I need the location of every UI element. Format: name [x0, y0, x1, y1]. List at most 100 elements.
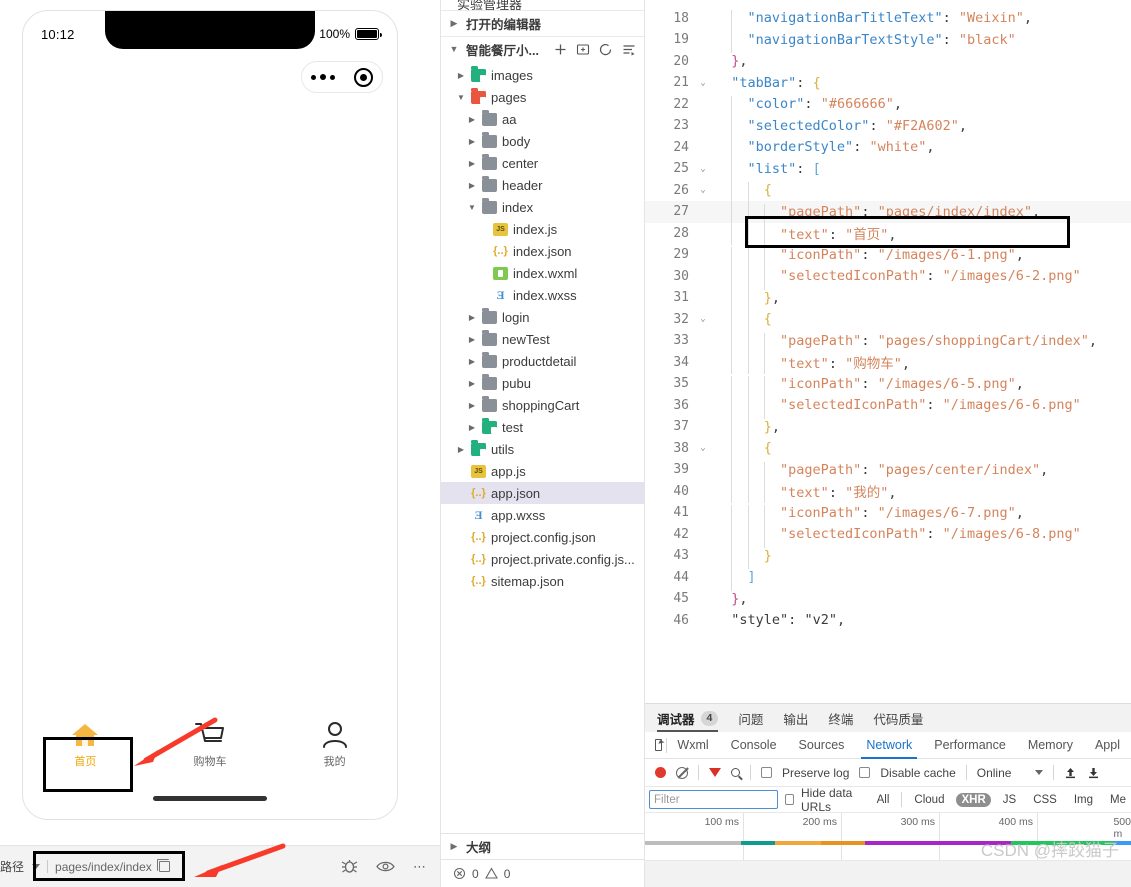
chevron-right-icon[interactable]: ▶: [467, 313, 477, 322]
code-line-30[interactable]: 30 "selectedIconPath": "/images/6-2.png": [645, 266, 1131, 290]
fold-toggle-icon[interactable]: ⌄: [695, 443, 711, 453]
chevron-down-icon[interactable]: [1035, 770, 1044, 775]
hide-data-urls-checkbox[interactable]: [785, 794, 794, 805]
network-filter-cloud[interactable]: Cloud: [909, 793, 949, 807]
collapse-all-icon[interactable]: [622, 43, 636, 56]
tree-item-shoppingcart[interactable]: ▶ shoppingCart: [441, 394, 644, 416]
tree-item-images[interactable]: ▶ images: [441, 64, 644, 86]
wechat-capsule[interactable]: [301, 61, 383, 93]
devtools-filter-row[interactable]: Filter Hide data URLs All Cloud XHR JS CSS Im…: [645, 786, 1131, 814]
tree-item-app-wxss[interactable]: ▶Ǝapp.wxss: [441, 504, 644, 526]
more-icon[interactable]: ⋯: [413, 859, 426, 875]
code-line-39[interactable]: 39 "pagePath": "pages/center/index",: [645, 459, 1131, 484]
tree-item-index-wxml[interactable]: ▶index.wxml: [441, 262, 644, 284]
tree-item-index[interactable]: ▼ index: [441, 196, 644, 218]
chevron-right-icon[interactable]: ▶: [467, 401, 477, 410]
throttle-value[interactable]: Online: [977, 766, 1012, 780]
code-lines[interactable]: 17 18 "navigationBarTitleText": "Weixin",…: [645, 0, 1131, 631]
code-line-32[interactable]: 32 ⌄ {: [645, 309, 1131, 333]
disable-cache-checkbox[interactable]: [859, 767, 871, 778]
code-line-35[interactable]: 35 "iconPath": "/images/6-5.png",: [645, 373, 1131, 398]
tabbar-item-home[interactable]: 首页: [23, 721, 148, 769]
chevron-down-icon[interactable]: [32, 864, 41, 869]
code-line-21[interactable]: 21 ⌄ "tabBar": {: [645, 72, 1131, 94]
devtools-tab-2[interactable]: 输出: [783, 704, 808, 732]
chevron-right-icon[interactable]: ▶: [456, 445, 466, 454]
eye-icon[interactable]: [376, 860, 395, 873]
devtools-subtab-console[interactable]: Console: [720, 732, 788, 759]
tree-item-login[interactable]: ▶ login: [441, 306, 644, 328]
chevron-right-icon[interactable]: ▶: [467, 115, 477, 124]
code-line-46[interactable]: 46 "style": "v2",: [645, 610, 1131, 632]
tree-item-index-json[interactable]: ▶{..}index.json: [441, 240, 644, 262]
code-line-34[interactable]: 34 "text": "购物车",: [645, 352, 1131, 374]
chevron-right-icon[interactable]: ▶: [456, 71, 466, 80]
devtools-tab-4[interactable]: 代码质量: [873, 704, 923, 732]
code-line-23[interactable]: 23 "selectedColor": "#F2A602",: [645, 115, 1131, 140]
code-line-42[interactable]: 42 "selectedIconPath": "/images/6-8.png": [645, 524, 1131, 548]
code-line-24[interactable]: 24 "borderStyle": "white",: [645, 137, 1131, 161]
inspect-icon[interactable]: [655, 739, 662, 751]
new-folder-icon[interactable]: [576, 43, 590, 56]
tree-item-project-private-config-js-[interactable]: ▶{..}project.private.config.js...: [441, 548, 644, 570]
tabbar-item-mine[interactable]: 我的: [272, 721, 397, 769]
fold-toggle-icon[interactable]: ⌄: [695, 185, 711, 195]
devtools-subtabs[interactable]: Wxml Console Sources Network Performance Memo…: [645, 732, 1131, 759]
chevron-right-icon[interactable]: ▶: [467, 335, 477, 344]
chevron-right-icon[interactable]: ▶: [467, 137, 477, 146]
copy-icon[interactable]: [156, 859, 170, 872]
network-filter-xhr[interactable]: XHR: [956, 792, 991, 807]
chevron-right-icon[interactable]: ▶: [447, 19, 461, 28]
network-filter-all[interactable]: All: [872, 793, 895, 807]
devtools-subtab-sources[interactable]: Sources: [788, 732, 856, 759]
devtools-network-toolbar[interactable]: Preserve log Disable cache Online: [645, 759, 1131, 787]
network-filter-js[interactable]: JS: [998, 793, 1021, 807]
tree-item-pubu[interactable]: ▶ pubu: [441, 372, 644, 394]
code-editor[interactable]: 17 18 "navigationBarTitleText": "Weixin",…: [645, 0, 1131, 703]
filter-icon[interactable]: [709, 768, 721, 777]
devtools-subtab-network[interactable]: Network: [855, 732, 923, 759]
file-tree[interactable]: ▶ images ▼ pages ▶ aa ▶ body ▶ center ▶ header ▼ inde…: [441, 62, 644, 833]
chevron-right-icon[interactable]: ▶: [467, 423, 477, 432]
chevron-right-icon[interactable]: ▶: [467, 379, 477, 388]
code-line-45[interactable]: 45 },: [645, 588, 1131, 610]
devtools-subtab-memory[interactable]: Memory: [1017, 732, 1084, 759]
new-file-icon[interactable]: [554, 43, 567, 56]
code-line-38[interactable]: 38 ⌄ {: [645, 438, 1131, 462]
network-filter-me[interactable]: Me: [1105, 793, 1131, 807]
fold-toggle-icon[interactable]: ⌄: [695, 314, 711, 324]
tree-item-index-wxss[interactable]: ▶Ǝindex.wxss: [441, 284, 644, 306]
code-line-26[interactable]: 26 ⌄ {: [645, 180, 1131, 204]
code-line-27[interactable]: 27 "pagePath": "pages/index/index",: [645, 201, 1131, 226]
route-selector[interactable]: pages/index/index: [32, 859, 170, 874]
code-line-33[interactable]: 33 "pagePath": "pages/shoppingCart/index…: [645, 330, 1131, 355]
chevron-right-icon[interactable]: ▶: [447, 842, 461, 851]
chevron-right-icon[interactable]: ▶: [467, 159, 477, 168]
devtools-subtab-wxml[interactable]: Wxml: [666, 732, 719, 759]
fold-toggle-icon[interactable]: ⌄: [695, 78, 711, 88]
download-icon[interactable]: [1087, 766, 1100, 779]
network-filter-img[interactable]: Img: [1069, 793, 1098, 807]
tabbar-item-cart[interactable]: 购物车: [148, 721, 273, 769]
fold-toggle-icon[interactable]: ⌄: [695, 164, 711, 174]
code-line-25[interactable]: 25 ⌄ "list": [: [645, 158, 1131, 183]
code-line-44[interactable]: 44 ]: [645, 567, 1131, 591]
preserve-log-checkbox[interactable]: [761, 767, 772, 778]
chevron-down-icon[interactable]: ▼: [467, 203, 477, 212]
chevron-down-icon[interactable]: ▼: [456, 93, 466, 102]
tree-item-body[interactable]: ▶ body: [441, 130, 644, 152]
filter-input[interactable]: Filter: [649, 790, 779, 809]
devtools-tab-3[interactable]: 终端: [828, 704, 853, 732]
bug-icon[interactable]: [341, 859, 358, 874]
code-line-41[interactable]: 41 "iconPath": "/images/6-7.png",: [645, 502, 1131, 527]
target-icon[interactable]: [353, 67, 373, 87]
devtools-tab-0[interactable]: 调试器 4: [657, 704, 719, 732]
clear-icon[interactable]: [676, 766, 688, 779]
chevron-down-icon[interactable]: ▼: [447, 45, 461, 54]
tree-item-aa[interactable]: ▶ aa: [441, 108, 644, 130]
tree-item-utils[interactable]: ▶ utils: [441, 438, 644, 460]
devtools-subtab-performance[interactable]: Performance: [923, 732, 1017, 759]
tree-item-project-config-json[interactable]: ▶{..}project.config.json: [441, 526, 644, 548]
section-open-editors[interactable]: ▶ 打开的编辑器: [441, 10, 644, 36]
tree-item-newtest[interactable]: ▶ newTest: [441, 328, 644, 350]
